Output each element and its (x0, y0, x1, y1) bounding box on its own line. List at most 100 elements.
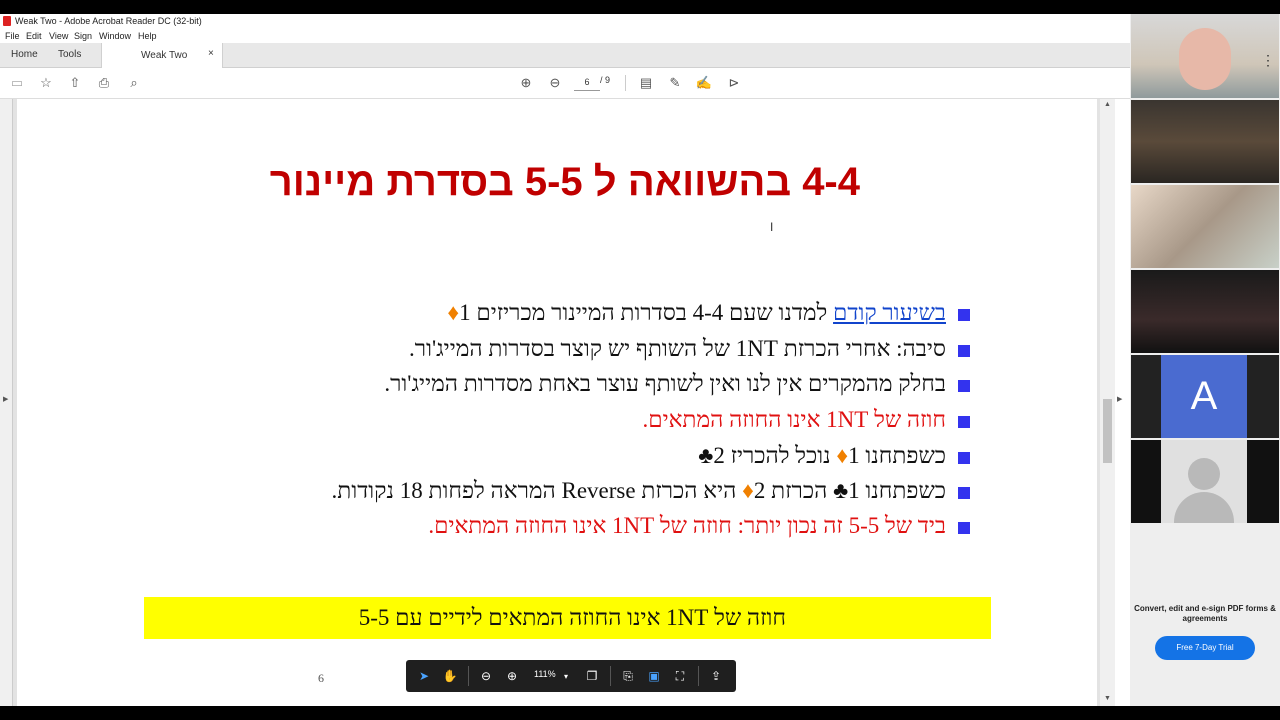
free-trial-button[interactable]: Free 7-Day Trial (1155, 636, 1255, 660)
expand-left-panel-icon[interactable]: ▶ (3, 395, 8, 403)
tab-home[interactable]: Home (11, 49, 38, 60)
pdf-icon (3, 16, 11, 26)
page-fit-icon[interactable]: ❐ (584, 668, 600, 684)
vertical-scrollbar[interactable]: ▲ ▼ (1100, 99, 1115, 706)
bookmark-star-icon[interactable]: ☆ (37, 75, 55, 91)
slide-title: 4-4 בהשוואה ל 5-5 בסדרת מיינור (269, 160, 860, 204)
screen-bottom-bar (0, 706, 1280, 720)
bullet-3-text: בחלק מהמקרים אין לנו ואין לשותף עוצר באח… (384, 371, 946, 396)
slide-page-number: 6 (318, 671, 324, 685)
participant-face (1179, 28, 1231, 90)
zoom-in-icon[interactable]: ⊕ (504, 668, 520, 684)
rotate-icon[interactable]: ⎘ (620, 668, 636, 684)
highlight-pen-icon[interactable]: ✎ (666, 75, 684, 91)
participant-tile-placeholder[interactable] (1131, 440, 1279, 523)
tab-document-label: Weak Two (141, 50, 188, 61)
bullet-5-text-d: 2 (713, 443, 725, 468)
page-total: / 9 (600, 75, 611, 85)
expand-right-panel-icon[interactable]: ▶ (1117, 395, 1122, 403)
bullet-square-icon (958, 521, 970, 534)
bullet-4-text: חוזה של 1NT אינו החוזה המתאים. (642, 407, 947, 432)
menu-edit[interactable]: Edit (26, 31, 42, 41)
bullet-6-text-e: היא הכרזת Reverse המראה לפחות 18 נקודות. (331, 478, 743, 503)
participant-tile-a[interactable]: A (1131, 355, 1279, 438)
toolbar-divider (625, 75, 626, 91)
menu-file[interactable]: File (5, 31, 20, 41)
previous-lesson-link[interactable]: בשיעור קודם (833, 300, 946, 325)
main-toolbar: ▭ ☆ ⇧ ⎙ ⌕ ⊕ ⊖ 6 / 9 ▤ ✎ ✍ ⊳ (0, 68, 1130, 99)
menu-sign[interactable]: Sign (74, 31, 92, 41)
menu-bar: File Edit View Sign Window Help (0, 29, 1130, 43)
highlight-box: חוזה של 1NT אינו החוזה המתאים לידיים עם … (144, 597, 991, 639)
bullet-square-icon (958, 486, 970, 499)
tab-bar: Home Tools Weak Two × (0, 43, 1130, 68)
zoom-out-icon[interactable]: ⊖ (478, 668, 494, 684)
close-tab-icon[interactable]: × (208, 48, 214, 59)
bullet-3: בחלק מהמקרים אין לנו ואין לשותף עוצר באח… (384, 371, 970, 397)
menu-window[interactable]: Window (99, 31, 131, 41)
bullet-5: כשפתחנו 1♦ נוכל להכריז 2♣ (698, 443, 970, 469)
upload-cloud-icon[interactable]: ⇧ (66, 75, 84, 91)
avatar: A (1161, 355, 1247, 438)
zoom-level[interactable]: 111% (534, 669, 556, 679)
promo-text: Convert, edit and e-sign PDF forms & agr… (1134, 604, 1276, 623)
scrollbar-thumb[interactable] (1103, 399, 1112, 463)
toolbar-divider (610, 666, 611, 686)
bullet-square-icon (958, 451, 970, 464)
club-suit-icon: ♣ (833, 478, 849, 503)
scroll-down-icon[interactable]: ▼ (1104, 695, 1111, 702)
scroll-up-icon[interactable]: ▲ (1104, 101, 1111, 108)
fullscreen-icon[interactable]: ⛶ (672, 668, 688, 684)
save-icon[interactable]: ▭ (8, 75, 26, 91)
bullet-6-text-d: 2 (753, 478, 766, 503)
video-call-panel: ⋮ A Convert, edit and e-sign PDF forms &… (1130, 14, 1280, 706)
scroll-mode-icon[interactable]: ▣ (646, 668, 662, 684)
page-number-input[interactable]: 6 (574, 74, 600, 91)
participant-video-4[interactable] (1131, 270, 1279, 353)
search-icon[interactable]: ⌕ (125, 75, 143, 91)
sign-icon[interactable]: ✍ (695, 75, 713, 91)
export-icon[interactable]: ⇪ (708, 668, 724, 684)
participant-video-2[interactable] (1131, 100, 1279, 183)
club-suit-icon: ♣ (698, 443, 714, 468)
bullet-6-text-a: כשפתחנו (859, 478, 946, 503)
select-arrow-icon[interactable]: ➤ (416, 668, 432, 684)
screen-top-bar (0, 0, 1280, 14)
share-tag-icon[interactable]: ⊳ (725, 75, 743, 91)
bullet-square-icon (958, 344, 970, 357)
zoom-dropdown-icon[interactable]: ▾ (558, 668, 574, 684)
diamond-suit-icon: ♦ (836, 443, 849, 468)
bullet-5-text-c: נוכל להכריז (724, 443, 837, 468)
text-cursor-icon: I (770, 220, 774, 234)
next-page-icon[interactable]: ⊖ (546, 75, 564, 91)
bullet-6-text-c: הכרזת (765, 478, 834, 503)
menu-view[interactable]: View (49, 31, 68, 41)
bullet-square-icon (958, 379, 970, 392)
bullet-2: סיבה: אחרי הכרזת 1NT של השותף יש קוצר בס… (409, 336, 970, 362)
tab-tools[interactable]: Tools (58, 49, 81, 60)
toolbar-divider (698, 666, 699, 686)
bullet-6-text-b: 1 (848, 478, 860, 503)
bullet-5-text-a: כשפתחנו (859, 443, 946, 468)
previous-page-icon[interactable]: ⊕ (517, 75, 535, 91)
window-title: Weak Two - Adobe Acrobat Reader DC (32-b… (15, 16, 202, 26)
bullet-square-icon (958, 415, 970, 428)
bullet-4: חוזה של 1NT אינו החוזה המתאים. (642, 407, 970, 433)
diamond-suit-icon: ♦ (742, 478, 754, 503)
print-icon[interactable]: ⎙ (95, 75, 113, 91)
tab-document[interactable]: Weak Two × (101, 43, 223, 68)
highlight-text: חוזה של 1NT אינו החוזה המתאים לידיים עם … (358, 605, 786, 630)
participant-video-1[interactable]: ⋮ (1131, 14, 1279, 98)
more-options-icon[interactable]: ⋮ (1261, 52, 1275, 69)
comment-icon[interactable]: ▤ (637, 75, 655, 91)
bullet-2-text: סיבה: אחרי הכרזת 1NT של השותף יש קוצר בס… (409, 336, 946, 361)
bullet-6: כשפתחנו 1♣ הכרזת 2♦ היא הכרזת Reverse המ… (332, 478, 970, 504)
participant-video-3[interactable] (1131, 185, 1279, 268)
person-placeholder-icon (1188, 458, 1220, 490)
floating-toolbar: ➤ ✋ ⊖ ⊕ 111% ▾ ❐ ⎘ ▣ ⛶ ⇪ (406, 660, 736, 692)
bullet-7: ביד של 5-5 זה נכון יותר: חוזה של 1NT אינ… (428, 513, 970, 539)
left-panel-collapsed[interactable]: ▶ (0, 99, 13, 706)
menu-help[interactable]: Help (138, 31, 157, 41)
hand-tool-icon[interactable]: ✋ (442, 668, 458, 684)
bullet-5-text-b: 1 (848, 443, 860, 468)
